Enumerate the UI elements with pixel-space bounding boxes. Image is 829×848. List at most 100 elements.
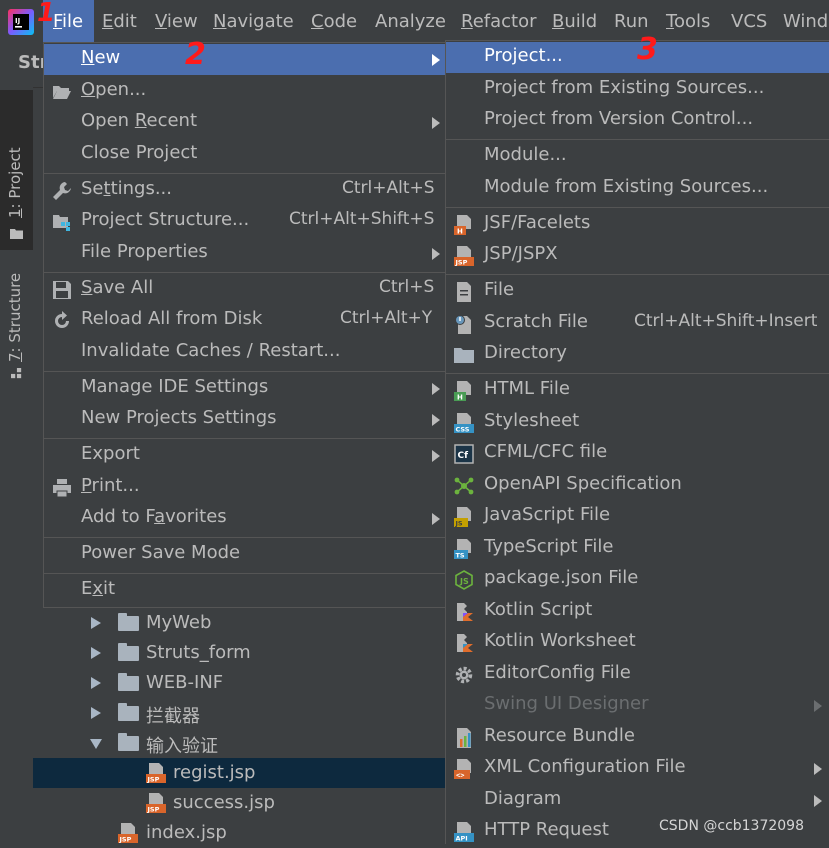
menu-view-mnemonic: V: [155, 11, 167, 32]
menu-vcs[interactable]: VCS: [731, 0, 767, 42]
tree-node-struts-form[interactable]: Struts_form: [33, 638, 445, 668]
folder-icon: [118, 643, 139, 661]
menu-item-html-file[interactable]: H HTML File: [446, 375, 829, 406]
menu-item-kotlin-worksheet[interactable]: Kotlin Worksheet: [446, 627, 829, 658]
folder-icon: [118, 733, 139, 751]
menu-refactor[interactable]: Refactor: [461, 0, 537, 42]
menu-item-module-from-existing-sources[interactable]: Module from Existing Sources...: [446, 173, 829, 204]
structure-icon: [11, 368, 22, 379]
expand-arrow-icon[interactable]: [91, 707, 101, 719]
menu-item-power-save-mode[interactable]: Power Save Mode: [44, 539, 445, 570]
collapse-arrow-icon[interactable]: [90, 739, 102, 749]
menu-code-label: ode: [323, 11, 358, 32]
menu-item-openapi-specification[interactable]: OpenAPI Specification: [446, 470, 829, 501]
html-file-icon: H: [454, 215, 471, 235]
menu-item-xml-configuration-file[interactable]: <> XML Configuration File: [446, 753, 829, 784]
menu-item-label: Project from Existing Sources...: [484, 77, 765, 98]
mnemonic: N: [81, 47, 95, 68]
menu-item-label: Settings...: [81, 178, 172, 199]
menu-item-invalidate-caches[interactable]: Invalidate Caches / Restart...: [44, 337, 445, 368]
menu-item-manage-ide-settings[interactable]: Manage IDE Settings: [44, 373, 445, 404]
menu-item-print[interactable]: Print...: [44, 472, 445, 503]
menu-item-cfml-file[interactable]: Cf CFML/CFC file: [446, 438, 829, 469]
menu-item-new[interactable]: New: [44, 44, 445, 75]
menu-item-package-json-file[interactable]: JS package.json File: [446, 564, 829, 595]
label-rest: it: [103, 578, 116, 599]
menu-run[interactable]: Run: [614, 0, 649, 42]
menu-item-add-to-favorites[interactable]: Add to Favorites: [44, 503, 445, 534]
expand-arrow-icon[interactable]: [91, 677, 101, 689]
menu-item-jsp-jspx[interactable]: JSP JSP/JSPX: [446, 240, 829, 271]
menu-window[interactable]: Wind: [783, 0, 828, 42]
tree-node-input-validation[interactable]: 输入验证: [33, 728, 445, 758]
menu-item-exit[interactable]: Exit: [44, 575, 445, 606]
menu-item-export[interactable]: Export: [44, 440, 445, 471]
menu-item-stylesheet[interactable]: CSS Stylesheet: [446, 407, 829, 438]
menu-item-label: HTTP Request: [484, 819, 609, 840]
menu-item-file-properties[interactable]: File Properties: [44, 238, 445, 269]
menu-edit-mnemonic: E: [102, 11, 114, 32]
menu-item-module[interactable]: Module...: [446, 141, 829, 172]
menu-item-resource-bundle[interactable]: Resource Bundle: [446, 722, 829, 753]
menu-item-open-recent[interactable]: Open Recent: [44, 107, 445, 138]
menu-item-javascript-file[interactable]: JS JavaScript File: [446, 501, 829, 532]
menu-item-label: Directory: [484, 342, 567, 363]
menu-build-label: uild: [564, 11, 598, 32]
menu-item-settings[interactable]: Settings... Ctrl+Alt+S: [44, 175, 445, 206]
menu-navigate[interactable]: Navigate: [213, 0, 294, 42]
project-tool-tab[interactable]: 1: Project: [0, 90, 33, 250]
menu-item-save-all[interactable]: Save All Ctrl+S: [44, 274, 445, 305]
menu-item-project-from-vcs[interactable]: Project from Version Control...: [446, 105, 829, 136]
folder-icon: [10, 229, 23, 239]
intellij-logo-icon: IJ: [8, 9, 34, 35]
menu-item-label: Open...: [81, 79, 146, 100]
tree-node-web-inf[interactable]: WEB-INF: [33, 668, 445, 698]
tree-node-myweb[interactable]: MyWeb: [33, 608, 445, 638]
html-file-icon: H: [454, 381, 471, 401]
menu-build[interactable]: Build: [552, 0, 597, 42]
menu-view-label: iew: [166, 11, 198, 32]
menu-item-label: EditorConfig File: [484, 662, 631, 683]
structure-tab-text: : Structure: [6, 272, 24, 353]
menu-item-file[interactable]: File: [446, 276, 829, 307]
submenu-arrow-icon: [432, 383, 440, 395]
menu-edit[interactable]: Edit: [102, 0, 137, 42]
menu-item-typescript-file[interactable]: TS TypeScript File: [446, 533, 829, 564]
tree-node-success-jsp[interactable]: JSP success.jsp: [33, 788, 445, 818]
menu-item-label: Project...: [484, 45, 563, 66]
project-tab-text: : Project: [6, 147, 24, 209]
menu-item-scratch-file[interactable]: Scratch File Ctrl+Alt+Shift+Insert: [446, 308, 829, 339]
menu-analyze[interactable]: Analyze: [375, 0, 446, 42]
menu-view[interactable]: View: [155, 0, 198, 42]
menu-item-project-structure[interactable]: Project Structure... Ctrl+Alt+Shift+S: [44, 206, 445, 237]
expand-arrow-icon[interactable]: [91, 617, 101, 629]
expand-arrow-icon[interactable]: [91, 647, 101, 659]
menu-item-diagram[interactable]: Diagram: [446, 785, 829, 816]
menu-item-kotlin-script[interactable]: Kotlin Script: [446, 596, 829, 627]
tree-node-interceptor[interactable]: 拦截器: [33, 698, 445, 728]
menu-code[interactable]: Code: [311, 0, 357, 42]
menu-item-open[interactable]: Open...: [44, 76, 445, 107]
menu-item-close-project[interactable]: Close Project: [44, 139, 445, 170]
menu-item-new-projects-settings[interactable]: New Projects Settings: [44, 404, 445, 435]
mnemonic: P: [81, 475, 92, 496]
menu-item-label: Project from Version Control...: [484, 108, 754, 129]
menu-item-reload-all[interactable]: Reload All from Disk Ctrl+Alt+Y: [44, 305, 445, 336]
menu-item-label: File: [484, 279, 515, 300]
menu-item-new-project[interactable]: Project...: [446, 42, 829, 73]
menu-item-directory[interactable]: Directory: [446, 339, 829, 370]
menu-item-label: Export: [81, 443, 140, 464]
jsp-file-icon: JSP: [146, 763, 166, 783]
menu-item-jsf-facelets[interactable]: H JSF/Facelets: [446, 209, 829, 240]
menu-separator: [44, 438, 445, 439]
menu-file[interactable]: File: [43, 0, 94, 42]
structure-tool-tab[interactable]: 7: Structure: [0, 262, 33, 402]
menu-tools[interactable]: Tools: [666, 0, 710, 42]
menu-item-project-from-existing-sources[interactable]: Project from Existing Sources...: [446, 74, 829, 105]
tree-node-label: success.jsp: [173, 792, 275, 813]
tree-node-regist-jsp[interactable]: JSP regist.jsp: [33, 758, 445, 788]
submenu-arrow-icon: [432, 54, 440, 66]
menu-item-editorconfig-file[interactable]: EditorConfig File: [446, 659, 829, 690]
menu-item-label: Manage IDE Settings: [81, 376, 269, 397]
menu-separator: [44, 537, 445, 538]
